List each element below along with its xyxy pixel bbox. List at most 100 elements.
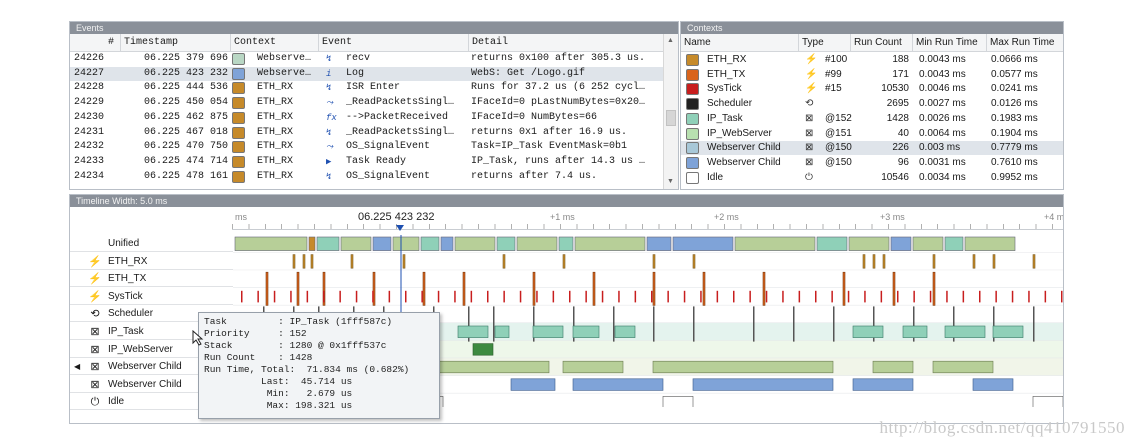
context-color-swatch bbox=[232, 97, 245, 110]
event-type-icon: ↯ bbox=[326, 127, 332, 138]
context-row[interactable]: IP_WebServer ⊠ @151 40 0.0064 ms 0.1904 ms bbox=[681, 127, 1063, 141]
event-type-icon: ⤳ bbox=[326, 142, 334, 153]
col-num[interactable]: # bbox=[70, 34, 120, 51]
webserver-child-2-bar bbox=[852, 378, 914, 391]
context-min-run-time: 0.0031 ms bbox=[919, 156, 966, 168]
tooltip-stack: Stack : 1280 @ 0x1fff537c bbox=[204, 340, 387, 351]
event-timestamp: 06.225 474 714 bbox=[143, 155, 228, 167]
col-detail[interactable]: Detail bbox=[468, 34, 663, 51]
systick-mark bbox=[355, 290, 358, 303]
context-row[interactable]: ETH_TX ⚡ #99 171 0.0043 ms 0.0577 ms bbox=[681, 68, 1063, 82]
event-detail: returns 0x100 after 305.3 us. bbox=[471, 53, 646, 64]
event-name: _ReadPacketsSingl… bbox=[346, 97, 455, 109]
context-name: Webserver Child bbox=[707, 142, 781, 154]
systick-mark bbox=[667, 290, 669, 303]
context-row[interactable]: Webserver Child ⊠ @150 226 0.003 ms 0.7779 ms bbox=[681, 141, 1063, 156]
event-timestamp: 06.225 470 750 bbox=[143, 141, 228, 153]
event-row[interactable]: 24228 06.225 444 536 ETH_RX ↯ ISR Enter Runs … bbox=[70, 81, 663, 95]
ruler-tick-3ms: +3 ms bbox=[880, 212, 905, 222]
events-header: # Timestamp Context Event Detail bbox=[70, 34, 678, 52]
context-color-swatch bbox=[232, 155, 245, 168]
idle-bar bbox=[1032, 396, 1063, 407]
event-name: OS_SignalEvent bbox=[346, 141, 431, 153]
events-scrollbar[interactable]: ▲ ▼ bbox=[663, 34, 678, 189]
context-name: ETH_RX bbox=[707, 54, 747, 65]
cursor-marker-icon[interactable] bbox=[396, 225, 404, 231]
col-context[interactable]: Context bbox=[230, 34, 318, 51]
systick-mark bbox=[273, 290, 276, 303]
event-row[interactable]: 24229 06.225 450 054 ETH_RX ⤳ _ReadPacketsSi… bbox=[70, 96, 663, 110]
context-name: Idle bbox=[707, 171, 724, 183]
systick-mark bbox=[552, 290, 555, 303]
context-row[interactable]: Idle ⏻ 10546 0.0034 ms 0.9952 ms bbox=[681, 171, 1063, 185]
systick-mark bbox=[831, 290, 833, 303]
context-color-swatch bbox=[686, 156, 699, 169]
col-run-count[interactable]: Run Count bbox=[850, 34, 912, 51]
context-color-swatch bbox=[686, 83, 699, 96]
context-type: #99 bbox=[825, 68, 842, 80]
col-event[interactable]: Event bbox=[318, 34, 468, 51]
webserver-child-bar bbox=[562, 360, 624, 374]
track-background bbox=[233, 270, 1063, 288]
systick-mark bbox=[815, 290, 817, 303]
col-max-run-time[interactable]: Max Run Time bbox=[986, 34, 1063, 51]
event-detail: WebS: Get /Logo.gif bbox=[471, 67, 586, 79]
context-row[interactable]: Webserver Child ⊠ @150 96 0.0031 ms 0.7610 ms bbox=[681, 156, 1063, 170]
contexts-title: Contexts bbox=[681, 22, 1063, 34]
context-min-run-time: 0.003 ms bbox=[919, 142, 961, 154]
event-num: 24231 bbox=[74, 126, 105, 138]
idle-bar bbox=[662, 396, 694, 407]
col-min-run-time[interactable]: Min Run Time bbox=[912, 34, 986, 51]
track-expand-icon[interactable]: ◀ bbox=[74, 358, 80, 375]
context-row[interactable]: SysTick ⚡ #15 10530 0.0046 ms 0.0241 ms bbox=[681, 82, 1063, 96]
col-timestamp[interactable]: Timestamp bbox=[120, 34, 230, 51]
systick-mark bbox=[437, 290, 440, 303]
systick-mark bbox=[880, 290, 883, 303]
event-row[interactable]: 24230 06.225 462 875 ETH_RX fx -->PacketRece… bbox=[70, 111, 663, 125]
event-row[interactable]: 24226 06.225 379 696 Webserve… ↯ recv returns… bbox=[70, 52, 663, 66]
tooltip-priority: Priority : 152 bbox=[204, 328, 307, 339]
event-context: ETH_RX bbox=[257, 97, 294, 109]
scroll-down-icon[interactable]: ▼ bbox=[667, 178, 674, 185]
col-name[interactable]: Name bbox=[681, 34, 798, 51]
context-row[interactable]: IP_Task ⊠ @152 1428 0.0026 ms 0.1983 ms bbox=[681, 112, 1063, 126]
context-row[interactable]: Scheduler ⟲ 2695 0.0027 ms 0.0126 ms bbox=[681, 97, 1063, 111]
webserver-child-2-bar bbox=[972, 378, 1014, 391]
events-scroll-thumb[interactable] bbox=[666, 110, 676, 126]
context-row[interactable]: ETH_RX ⚡ #100 188 0.0043 ms 0.0666 ms bbox=[681, 53, 1063, 67]
event-row[interactable]: 24233 06.225 474 714 ETH_RX ▶ Task Ready IP_T… bbox=[70, 155, 663, 169]
systick-mark bbox=[388, 290, 391, 303]
event-detail: IFaceId=0 pLastNumBytes=0x20… bbox=[471, 97, 646, 109]
webserver-child-2-bar bbox=[510, 378, 556, 391]
event-name: -->PacketReceived bbox=[346, 111, 449, 123]
event-context: ETH_RX bbox=[257, 126, 294, 138]
context-type: #100 bbox=[825, 54, 848, 65]
eth-rx-mark bbox=[932, 254, 936, 269]
ip-task-bar bbox=[992, 325, 1024, 338]
track-type-icon: ⊠ bbox=[90, 326, 100, 338]
scheduler-mark bbox=[613, 306, 615, 342]
context-color-swatch bbox=[686, 112, 699, 125]
systick-mark bbox=[1028, 290, 1030, 303]
systick-mark bbox=[487, 290, 489, 303]
context-max-run-time: 0.9952 ms bbox=[991, 171, 1038, 183]
event-row[interactable]: 24231 06.225 467 018 ETH_RX ↯ _ReadPacketsSi… bbox=[70, 126, 663, 140]
eth-rx-mark bbox=[992, 254, 996, 269]
context-color-swatch bbox=[686, 127, 699, 140]
col-type[interactable]: Type bbox=[798, 34, 850, 51]
ruler-cursor-time: 06.225 423 232 bbox=[358, 211, 435, 223]
systick-mark bbox=[1011, 290, 1014, 303]
event-row[interactable]: 24234 06.225 478 161 ETH_RX ↯ OS_SignalEvent… bbox=[70, 170, 663, 184]
context-color-swatch bbox=[686, 171, 699, 184]
event-row[interactable]: 24232 06.225 470 750 ETH_RX ⤳ OS_SignalEvent… bbox=[70, 140, 663, 154]
event-num: 24229 bbox=[74, 97, 105, 109]
event-num: 24233 bbox=[74, 155, 105, 167]
event-context: Webserve… bbox=[257, 67, 312, 79]
unified-segment bbox=[392, 236, 420, 251]
scroll-up-icon[interactable]: ▲ bbox=[667, 37, 674, 44]
systick-mark bbox=[962, 290, 965, 303]
track-name: SysTick bbox=[108, 290, 143, 302]
track-name: IP_WebServer bbox=[108, 343, 173, 355]
timeline-ruler[interactable]: ms 06.225 423 232 +1 ms +2 ms +3 ms +4 m… bbox=[232, 207, 1063, 231]
event-row[interactable]: 24227 06.225 423 232 Webserve… i Log WebS: Ge… bbox=[70, 66, 663, 81]
